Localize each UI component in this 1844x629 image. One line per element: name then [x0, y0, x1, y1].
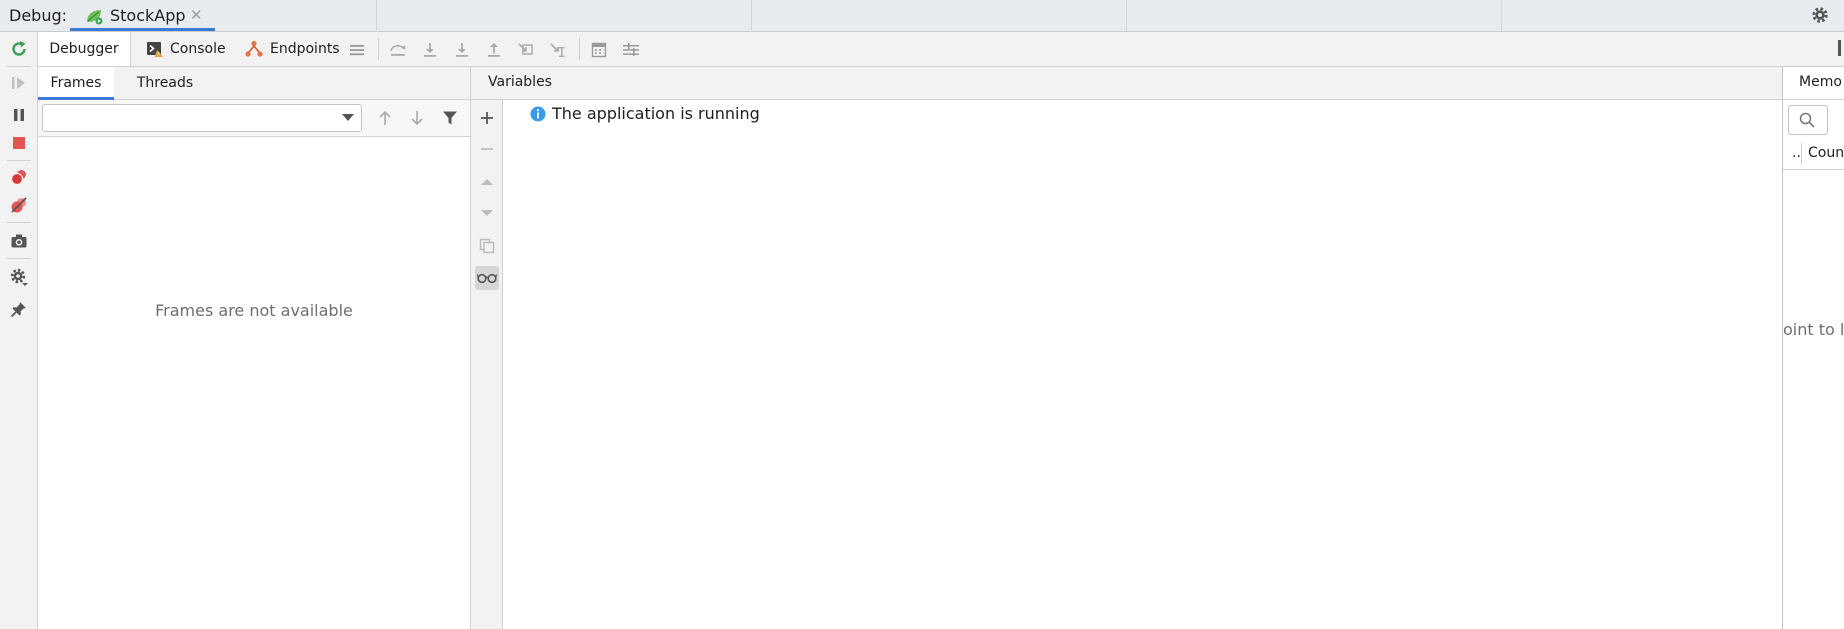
toolbar-separator — [7, 160, 31, 161]
toolbar-separator — [378, 38, 379, 60]
info-icon — [530, 106, 546, 122]
glasses-icon[interactable] — [475, 266, 499, 290]
mute-breakpoints-icon[interactable] — [8, 194, 30, 216]
console-warning-icon — [146, 41, 164, 58]
memory-tabs: Memo — [1783, 67, 1844, 100]
overflow-icon[interactable] — [1838, 40, 1841, 56]
step-over-icon[interactable] — [387, 39, 409, 61]
settings-icon[interactable] — [8, 266, 30, 288]
rerun-icon[interactable] — [8, 38, 30, 60]
tab-threads[interactable]: Threads — [130, 67, 200, 99]
trace-icon[interactable] — [620, 39, 642, 61]
move-up-icon[interactable] — [475, 170, 499, 194]
spring-boot-run-icon — [84, 7, 104, 25]
toolbar-separator — [579, 38, 580, 60]
gear-icon[interactable] — [1810, 5, 1830, 25]
tab-label: Memo — [1799, 74, 1842, 90]
filter-icon[interactable] — [439, 107, 461, 129]
debug-tool-window-bar: Debug: StockApp ✕ — [0, 0, 1844, 32]
resume-icon[interactable] — [8, 72, 30, 94]
stop-icon[interactable] — [8, 132, 30, 154]
memory-panel: Memo .. Coun oint to lo — [1782, 67, 1844, 629]
search-icon — [1799, 112, 1815, 128]
run-tab-label: StockApp — [110, 6, 186, 25]
run-to-cursor-icon[interactable] — [547, 39, 569, 61]
variables-title: Variables — [488, 74, 552, 90]
debugger-tab-toolbar: Debugger Console Endpoints — [38, 32, 1844, 67]
drop-frame-icon[interactable] — [515, 39, 537, 61]
menu-icon[interactable] — [346, 39, 368, 61]
pin-icon[interactable] — [8, 298, 30, 320]
watches-toolbar — [471, 100, 503, 629]
tab-console[interactable]: Console — [146, 32, 238, 66]
add-watch-icon[interactable] — [475, 106, 499, 130]
view-breakpoints-icon[interactable] — [8, 166, 30, 188]
toolbar-separator — [7, 66, 31, 67]
evaluate-expression-icon[interactable] — [588, 39, 610, 61]
pause-icon[interactable] — [8, 104, 30, 126]
endpoints-icon — [244, 40, 264, 58]
tab-frames[interactable]: Frames — [38, 67, 114, 100]
active-tab-indicator — [70, 28, 215, 31]
tab-label: Frames — [50, 75, 102, 91]
tab-divider — [751, 0, 752, 31]
arrow-down-icon[interactable] — [406, 107, 428, 129]
tab-divider — [376, 0, 377, 31]
tab-memory[interactable]: Memo — [1783, 67, 1844, 99]
close-icon[interactable]: ✕ — [190, 6, 203, 24]
run-config-tab[interactable]: StockApp ✕ — [70, 0, 215, 31]
frames-empty-message: Frames are not available — [155, 301, 353, 320]
tab-endpoints[interactable]: Endpoints — [244, 32, 344, 66]
chevron-down-icon — [342, 114, 354, 122]
debug-actions-toolbar — [0, 32, 38, 629]
tab-divider — [1126, 0, 1127, 31]
step-out-icon[interactable] — [483, 39, 505, 61]
frames-controls — [38, 100, 470, 137]
tab-debugger[interactable]: Debugger — [38, 32, 131, 66]
frames-panel: Frames Threads Frames are not available — [38, 67, 471, 629]
memory-search-field[interactable] — [1788, 105, 1828, 135]
toolbar-separator — [7, 258, 31, 259]
move-down-icon[interactable] — [475, 201, 499, 225]
status-message: The application is running — [552, 104, 760, 123]
variables-header: Variables — [471, 67, 1782, 100]
tab-label: Threads — [136, 75, 194, 91]
duplicate-icon[interactable] — [475, 234, 499, 258]
remove-watch-icon[interactable] — [475, 137, 499, 161]
debug-label: Debug: — [9, 6, 68, 25]
column-header-count[interactable]: Coun — [1808, 145, 1844, 161]
column-header[interactable]: .. — [1792, 145, 1801, 161]
column-divider — [1801, 143, 1802, 165]
variables-tree: The application is running — [503, 100, 1782, 629]
force-step-into-icon[interactable] — [451, 39, 473, 61]
arrow-up-icon[interactable] — [374, 107, 396, 129]
thread-selector[interactable] — [42, 104, 362, 132]
memory-hint-text: oint to lo — [1783, 320, 1844, 339]
tab-divider — [1501, 0, 1502, 31]
tab-label: Debugger — [49, 41, 119, 57]
tab-label: Console — [170, 41, 226, 57]
toolbar-separator — [7, 222, 31, 223]
tab-label: Endpoints — [270, 41, 340, 57]
frames-tabs: Frames Threads — [38, 67, 470, 100]
step-into-icon[interactable] — [419, 39, 441, 61]
camera-icon[interactable] — [8, 230, 30, 252]
memory-table-header: .. Coun — [1783, 139, 1844, 170]
